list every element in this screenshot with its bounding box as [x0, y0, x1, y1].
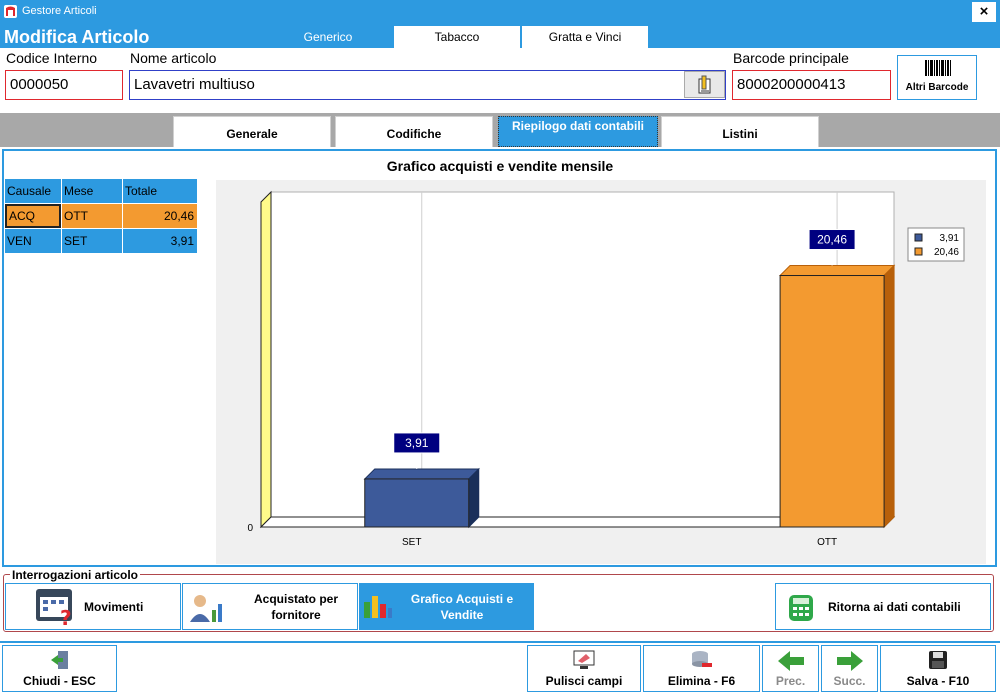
altri-barcode-button[interactable]: Altri Barcode	[897, 55, 977, 100]
acquistato-per-fornitore-button[interactable]: Acquistato per fornitore	[182, 583, 358, 630]
prec-button[interactable]: Prec.	[762, 645, 819, 692]
elimina-label: Elimina - F6	[667, 674, 736, 688]
table-cell-totale[interactable]: 3,91	[123, 229, 197, 253]
bar-top	[363, 468, 480, 480]
pulisci-label: Pulisci campi	[545, 674, 623, 688]
database-delete-icon	[691, 651, 712, 667]
window-close-button[interactable]: ×	[972, 2, 996, 22]
acquistato-label: Acquistato per fornitore	[253, 592, 338, 622]
nome-field[interactable]: Lavavetri multiuso	[129, 70, 726, 100]
tab-listini[interactable]: Listini	[661, 116, 819, 147]
bar-chart: 0 SET OTT 3,91 20,46 3,91 20,46	[247, 190, 965, 548]
succ-button[interactable]: Succ.	[821, 645, 878, 692]
table-cell-mese[interactable]: OTT	[62, 204, 122, 228]
salva-button[interactable]: Salva - F10	[880, 645, 996, 692]
table-header-causale: Causale	[5, 179, 61, 203]
table-cell-causale[interactable]: VEN	[5, 229, 61, 253]
x-tick-label: OTT	[817, 537, 837, 548]
bar	[364, 478, 470, 528]
movimenti-label: Movimenti	[84, 600, 144, 614]
arrow-right-icon	[836, 651, 863, 671]
legend-swatch	[914, 247, 923, 256]
ritorna-dati-contabili-button[interactable]: Ritorna ai dati contabili	[775, 583, 991, 630]
codice-field[interactable]: 0000050	[5, 70, 123, 100]
chart-title: Grafico acquisti e vendite mensile	[386, 158, 614, 174]
table-cell-totale[interactable]: 20,46	[123, 204, 197, 228]
data-label: 3,91	[405, 436, 429, 450]
calendar-question-icon: ?	[36, 589, 72, 627]
legend-swatch	[914, 233, 923, 242]
chiudi-button[interactable]: Chiudi - ESC	[2, 645, 117, 692]
document-pencil-icon	[698, 75, 711, 94]
table-cell-causale[interactable]: ACQ	[5, 204, 61, 228]
data-label: 20,46	[817, 233, 847, 247]
tab-riepilogo-dati-contabili[interactable]: Riepilogo dati contabili	[498, 116, 658, 147]
legend: 3,91 20,46	[907, 227, 965, 262]
window-title: Gestore Articoli	[22, 5, 97, 17]
calculator-icon	[789, 595, 813, 621]
grafico-label: Grafico Acquisti e Vendite	[410, 592, 514, 622]
tab-generico[interactable]: Generico	[265, 26, 391, 48]
tab-tabacco[interactable]: Tabacco	[394, 26, 520, 48]
altri-barcode-label: Altri Barcode	[905, 82, 969, 93]
y-tick-label: 0	[247, 523, 253, 534]
tab-generale[interactable]: Generale	[173, 116, 331, 147]
monitor-eraser-icon	[573, 650, 595, 669]
tab-gratta-e-vinci[interactable]: Gratta e Vinci	[522, 26, 648, 48]
bar-chart-icon	[364, 596, 392, 618]
legend-label: 3,91	[940, 233, 960, 244]
codice-label: Codice Interno	[6, 50, 98, 66]
floppy-disk-icon	[929, 651, 947, 669]
prec-label: Prec.	[775, 674, 806, 688]
nome-lookup-button[interactable]	[684, 71, 725, 98]
table-cell-mese[interactable]: SET	[62, 229, 122, 253]
page-title: Modifica Articolo	[4, 27, 150, 47]
elimina-button[interactable]: Elimina - F6	[643, 645, 760, 692]
chart-panel: 0 SET OTT 3,91 20,46 3,91 20,46	[216, 180, 986, 564]
pulisci-campi-button[interactable]: Pulisci campi	[527, 645, 641, 692]
title-bar: Gestore Articoli ×	[0, 0, 1000, 24]
legend-label: 20,46	[934, 247, 959, 258]
bar-side	[468, 467, 480, 529]
users-chart-icon	[190, 595, 222, 622]
bar	[779, 275, 885, 528]
barcode-icon	[925, 60, 951, 76]
bar-top	[778, 265, 896, 277]
grafico-acquisti-vendite-button[interactable]: Grafico Acquisti e Vendite	[359, 583, 534, 630]
barcode-label: Barcode principale	[733, 50, 849, 66]
arrow-left-icon	[777, 651, 804, 671]
tab-codifiche[interactable]: Codifiche	[335, 116, 493, 147]
svg-text:?: ?	[60, 606, 72, 627]
salva-label: Salva - F10	[906, 674, 970, 688]
chiudi-label: Chiudi - ESC	[23, 674, 96, 688]
plot-side-wall	[260, 190, 272, 529]
exit-door-icon	[50, 651, 68, 669]
movimenti-button[interactable]: ? Movimenti	[5, 583, 181, 630]
x-tick-label: SET	[402, 537, 421, 548]
ritorna-label: Ritorna ai dati contabili	[828, 600, 961, 614]
table-header-totale: Totale	[123, 179, 197, 203]
header-band: Modifica Articolo Generico Tabacco Gratt…	[0, 24, 1000, 48]
table-header-mese: Mese	[62, 179, 122, 203]
group-title: Interrogazioni articolo	[10, 568, 141, 582]
succ-label: Succ.	[833, 674, 866, 688]
nome-label: Nome articolo	[130, 50, 217, 66]
bar-side	[883, 264, 895, 529]
app-icon	[4, 5, 17, 18]
barcode-field[interactable]: 8000200000413	[732, 70, 891, 100]
